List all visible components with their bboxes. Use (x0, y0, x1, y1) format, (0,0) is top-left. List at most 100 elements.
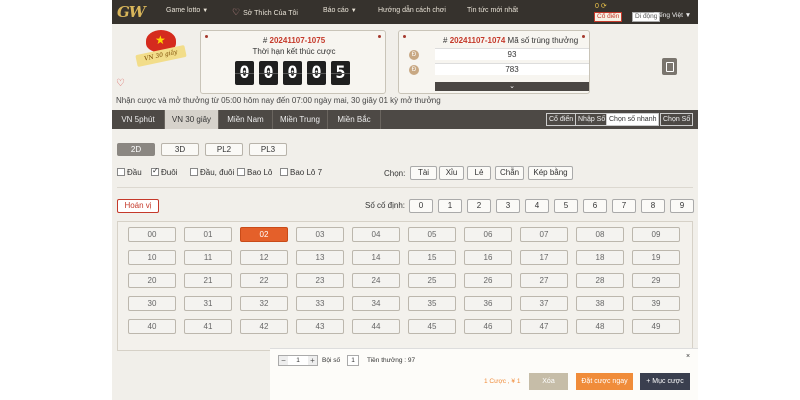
nav-guide[interactable]: Hướng dẫn cách chơi (378, 7, 446, 14)
option-duoi[interactable]: Đuôi (151, 166, 177, 177)
subtab-pl2[interactable]: PL2 (205, 143, 243, 156)
option-bao-lo[interactable]: Bao Lô (237, 168, 272, 177)
fixed-digit-button[interactable]: 2 (467, 199, 491, 213)
number-button[interactable]: 22 (240, 273, 288, 288)
subtab-2d[interactable]: 2D (117, 143, 155, 156)
number-button[interactable]: 29 (632, 273, 680, 288)
number-button[interactable]: 35 (408, 296, 456, 311)
fixed-digit-button[interactable]: 0 (409, 199, 433, 213)
number-button[interactable]: 28 (576, 273, 624, 288)
nav-game-lotto[interactable]: Game lotto ▼ (166, 7, 208, 14)
mode-enter-number[interactable]: Nhập Số (575, 113, 609, 126)
number-button[interactable]: 02 (240, 227, 288, 242)
number-button[interactable]: 42 (240, 319, 288, 334)
tab-vn-5phut[interactable]: VN 5phút (112, 110, 165, 129)
fixed-digit-button[interactable]: 4 (525, 199, 549, 213)
number-button[interactable]: 15 (408, 250, 456, 265)
number-button[interactable]: 17 (520, 250, 568, 265)
number-button[interactable]: 12 (240, 250, 288, 265)
nav-favorites[interactable]: ♡ Sở Thích Của Tôi (232, 7, 298, 18)
number-button[interactable]: 43 (296, 319, 344, 334)
gw-logo[interactable]: GW (117, 3, 146, 21)
number-button[interactable]: 16 (464, 250, 512, 265)
number-button[interactable]: 20 (128, 273, 176, 288)
select-tai-button[interactable]: Tài (410, 166, 437, 180)
checkbox[interactable] (190, 168, 198, 176)
number-button[interactable]: 39 (632, 296, 680, 311)
mode-quick-pick[interactable]: Chọn số nhanh (606, 113, 660, 126)
mode-classic[interactable]: Cổ điển (546, 113, 577, 126)
mode-pick-number[interactable]: Chọn Số (660, 113, 694, 126)
tab-mien-trung[interactable]: Miền Trung (273, 110, 328, 129)
number-button[interactable]: 14 (352, 250, 400, 265)
select-xiu-button[interactable]: Xỉu (439, 166, 464, 180)
number-button[interactable]: 38 (576, 296, 624, 311)
language-select[interactable]: Tiếng Việt ▼ (654, 12, 691, 19)
favorite-heart-icon[interactable]: ♡ (116, 78, 125, 89)
tab-mien-bac[interactable]: Miền Bắc (328, 110, 381, 129)
subtab-3d[interactable]: 3D (161, 143, 199, 156)
minus-button[interactable]: − (279, 356, 288, 365)
number-button[interactable]: 06 (464, 227, 512, 242)
history-icon[interactable] (662, 58, 677, 75)
fixed-digit-button[interactable]: 6 (583, 199, 607, 213)
number-button[interactable]: 45 (408, 319, 456, 334)
close-icon[interactable]: × (686, 353, 690, 360)
number-button[interactable]: 41 (184, 319, 232, 334)
number-button[interactable]: 31 (184, 296, 232, 311)
stepper-value[interactable]: 1 (288, 356, 308, 365)
checkbox[interactable] (117, 168, 125, 176)
user-balance[interactable]: 0 ⟳ (595, 2, 607, 10)
fixed-digit-button[interactable]: 8 (641, 199, 665, 213)
place-bet-button[interactable]: Đặt cược ngay (576, 373, 633, 390)
fixed-digit-button[interactable]: 5 (554, 199, 578, 213)
add-bet-item-button[interactable]: + Mục cược (640, 373, 690, 390)
tab-vn-30-giay[interactable]: VN 30 giây (165, 110, 219, 129)
select-chan-button[interactable]: Chẵn (495, 166, 524, 180)
number-button[interactable]: 00 (128, 227, 176, 242)
number-button[interactable]: 30 (128, 296, 176, 311)
number-button[interactable]: 05 (408, 227, 456, 242)
checkbox[interactable] (280, 168, 288, 176)
number-button[interactable]: 09 (632, 227, 680, 242)
number-button[interactable]: 24 (352, 273, 400, 288)
number-button[interactable]: 25 (408, 273, 456, 288)
number-button[interactable]: 48 (576, 319, 624, 334)
number-button[interactable]: 23 (296, 273, 344, 288)
option-dau[interactable]: Đầu (117, 168, 142, 177)
number-button[interactable]: 44 (352, 319, 400, 334)
number-button[interactable]: 40 (128, 319, 176, 334)
number-button[interactable]: 04 (352, 227, 400, 242)
nav-reports[interactable]: Báo cáo ▼ (323, 7, 357, 14)
fixed-digit-button[interactable]: 1 (438, 199, 462, 213)
number-button[interactable]: 32 (240, 296, 288, 311)
nav-news[interactable]: Tin tức mới nhất (467, 7, 518, 14)
tab-mien-nam[interactable]: Miền Nam (219, 110, 273, 129)
permutation-button[interactable]: Hoán vị (117, 199, 159, 213)
number-button[interactable]: 47 (520, 319, 568, 334)
fixed-digit-button[interactable]: 7 (612, 199, 636, 213)
fixed-digit-button[interactable]: 3 (496, 199, 520, 213)
multiplier-input[interactable]: 1 (347, 355, 359, 366)
number-button[interactable]: 18 (576, 250, 624, 265)
number-button[interactable]: 03 (296, 227, 344, 242)
number-button[interactable]: 10 (128, 250, 176, 265)
fixed-digit-button[interactable]: 9 (670, 199, 694, 213)
subtab-pl3[interactable]: PL3 (249, 143, 287, 156)
option-dau-duoi[interactable]: Đầu, đuôi (190, 168, 234, 177)
option-bao-lo-7[interactable]: Bao Lô 7 (280, 168, 322, 177)
classic-view-button[interactable]: Cổ điển (594, 12, 623, 22)
number-button[interactable]: 07 (520, 227, 568, 242)
expand-results-button[interactable]: ⌄ (435, 82, 589, 91)
clear-button[interactable]: Xóa (529, 373, 568, 390)
number-button[interactable]: 46 (464, 319, 512, 334)
number-button[interactable]: 01 (184, 227, 232, 242)
number-button[interactable]: 33 (296, 296, 344, 311)
select-le-button[interactable]: Lẻ (467, 166, 491, 180)
quantity-stepper[interactable]: − 1 + (278, 355, 318, 366)
number-button[interactable]: 36 (464, 296, 512, 311)
number-button[interactable]: 26 (464, 273, 512, 288)
plus-button[interactable]: + (308, 356, 317, 365)
number-button[interactable]: 49 (632, 319, 680, 334)
number-button[interactable]: 34 (352, 296, 400, 311)
